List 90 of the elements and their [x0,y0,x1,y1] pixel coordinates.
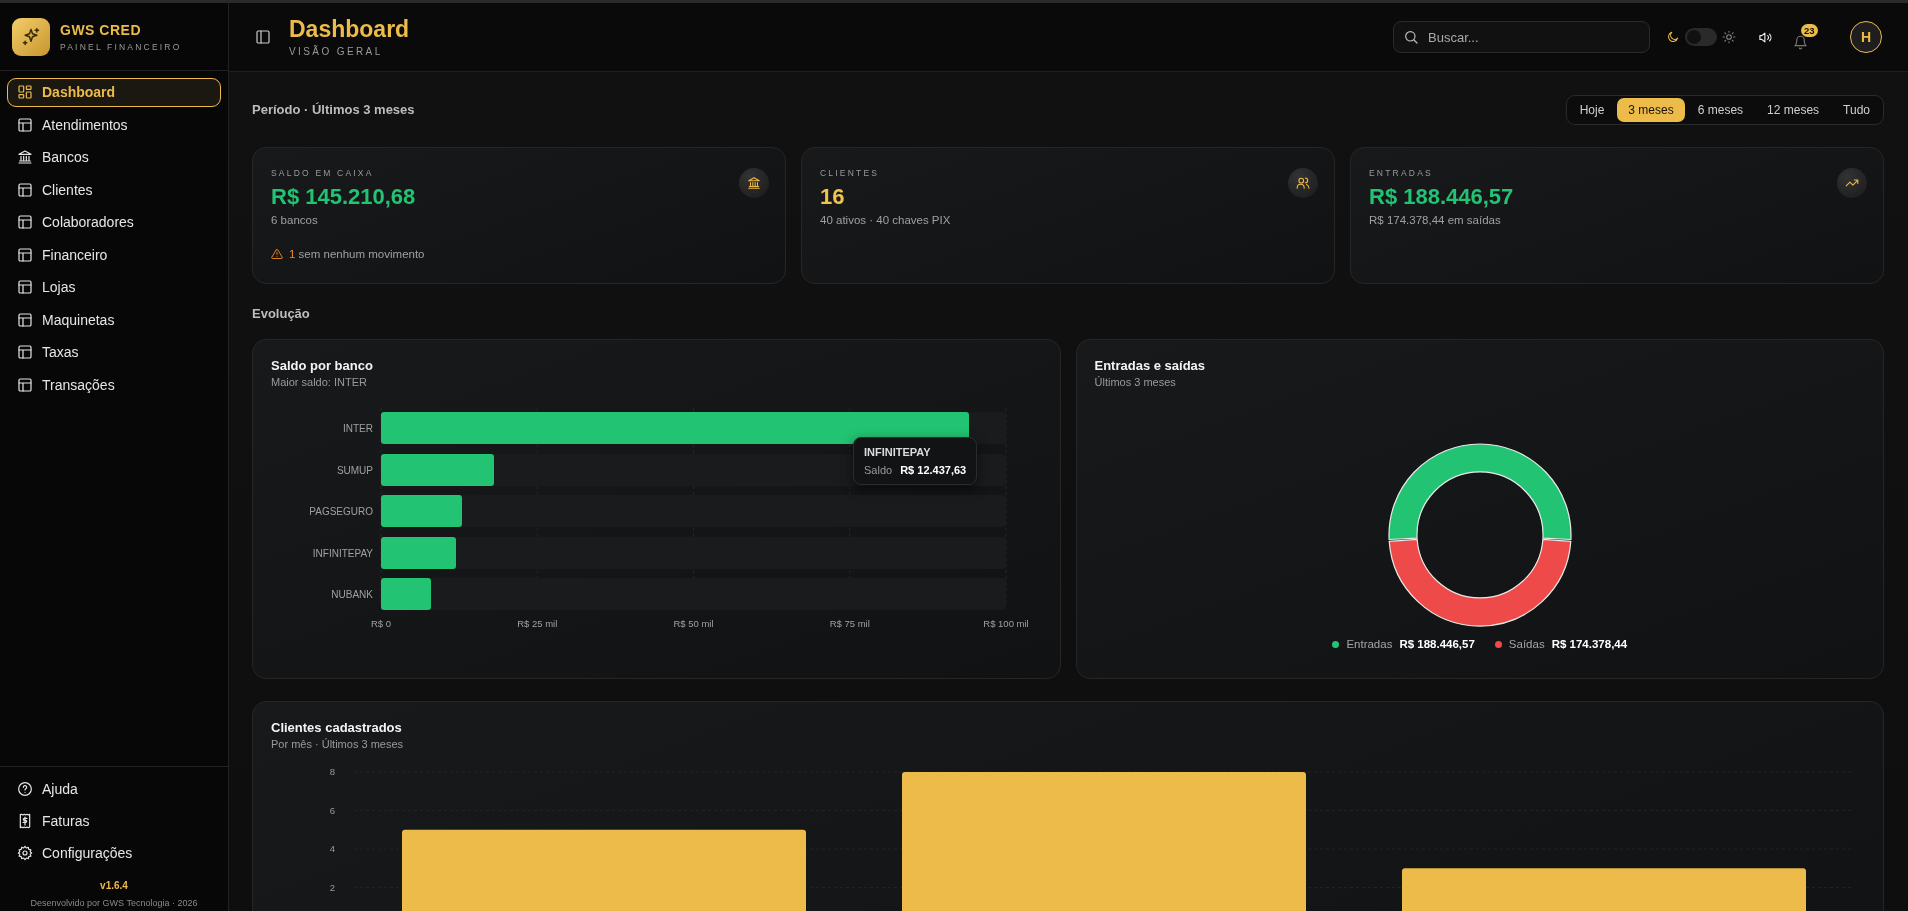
table-icon [17,311,33,328]
table-icon [17,246,33,263]
stat-label: ENTRADAS [1369,168,1434,178]
sidebar-item[interactable]: Financeiro [7,240,221,269]
search-icon [1403,29,1419,45]
sparkle-icon [21,26,41,47]
bank-icon [747,176,761,190]
axis-label: R$ 75 mil [829,618,870,629]
period-tab[interactable]: Hoje [1568,97,1616,122]
sidebar-item[interactable]: Clientes [7,175,221,204]
sidebar-item[interactable]: Ajuda [7,774,221,803]
stat-label: SALDO EM CAIXA [271,168,375,178]
bell-icon [1793,34,1808,50]
axis-label: 8 [329,766,335,777]
chart-subtitle: Maior saldo: INTER [271,376,368,388]
axis-label: INTER [343,423,373,434]
sun-icon [1722,30,1736,44]
period-tab[interactable]: 3 meses [1617,97,1685,122]
legend-label: Saídas [1508,638,1545,650]
sidebar-toggle-icon [255,29,271,45]
credit-text: Desenvolvido por GWS Tecnologia · 2026 [29,898,199,908]
sidebar-item[interactable]: Lojas [7,273,221,302]
sidebar-item[interactable]: Colaboradores [7,208,221,237]
brand-name: GWS CRED [60,21,142,38]
chart-subtitle: Últimos 3 meses [1094,376,1177,388]
axis-label: R$ 50 mil [673,618,714,629]
table-icon [17,116,33,133]
chart-title: Saldo por banco [271,358,374,373]
settings-icon [17,844,33,861]
dashboard-grid-icon [17,84,33,101]
sidebar-item[interactable]: Faturas [7,806,221,835]
notification-badge: 23 [1801,23,1818,37]
table-icon [17,344,33,361]
moon-icon [1666,30,1680,44]
brand-subtitle: PAINEL FINANCEIRO [60,41,182,52]
table-icon [17,181,33,198]
period-label: Período · Últimos 3 meses [252,102,415,117]
stat-value: 16 [820,184,846,210]
search-field[interactable]: Buscar... [1393,21,1650,53]
users-icon [1296,176,1310,190]
period-tab[interactable]: 6 meses [1686,97,1755,122]
sidebar-item[interactable]: Configurações [7,838,221,867]
axis-label: NUBANK [331,589,373,600]
version-label: v1.6.4 [99,879,129,891]
help-icon [17,780,33,797]
stat-label: CLIENTES [820,168,881,178]
warning-text: 1 sem nenhum movimento [289,248,425,260]
stat-detail: 6 bancos [271,214,319,226]
sidebar-item[interactable]: Dashboard [7,78,221,107]
user-avatar[interactable]: H [1850,21,1882,53]
chart-title: Entradas e saídas [1094,358,1207,373]
stat-value: R$ 188.446,57 [1369,184,1515,210]
legend-label: Entradas [1346,638,1393,650]
notification-button[interactable]: 23 [1789,22,1824,52]
axis-label: R$ 0 [370,618,392,629]
chart-subtitle: Por mês · Últimos 3 meses [271,738,405,750]
stat-value: R$ 145.210,68 [271,184,417,210]
receipt-icon [17,812,33,829]
tooltip-title: INFINITEPAY [864,446,932,458]
axis-label: 2 [329,881,335,893]
stat-detail: 40 ativos · 40 chaves PIX [820,214,952,226]
table-icon [17,279,33,296]
tooltip-label: Saldo [864,464,893,476]
sidebar-item[interactable]: Transações [7,370,221,399]
tooltip-value: R$ 12.437,63 [900,464,967,476]
axis-label: PAGSEGURO [309,506,373,517]
axis-label: SUMUP [336,464,373,476]
warning-icon [271,248,283,260]
table-icon [17,376,33,393]
bank-icon [17,149,33,166]
axis-label: 6 [329,804,335,816]
sidebar-item[interactable]: Taxas [7,338,221,367]
axis-label: R$ 100 mil [983,618,1029,629]
legend-value: R$ 188.446,57 [1399,638,1475,650]
axis-label: 4 [329,843,335,854]
period-tab[interactable]: 12 meses [1756,97,1831,122]
period-tab[interactable]: Tudo [1832,97,1881,122]
page-subtitle: VISÃO GERAL [289,45,384,57]
theme-toggle[interactable] [1685,28,1717,46]
stat-detail: R$ 174.378,44 em saídas [1369,214,1502,226]
axis-label: INFINITEPAY [312,547,373,559]
axis-label: R$ 25 mil [517,618,558,629]
sidebar-item[interactable]: Maquinetas [7,305,221,334]
page-title: Dashboard [289,17,410,41]
chart-title: Clientes cadastrados [271,720,403,735]
table-icon [17,214,33,231]
legend-value: R$ 174.378,44 [1551,638,1628,650]
sidebar-item[interactable]: Bancos [7,143,221,172]
section-title: Evolução [252,306,311,321]
sidebar-item[interactable]: Atendimentos [7,110,221,139]
